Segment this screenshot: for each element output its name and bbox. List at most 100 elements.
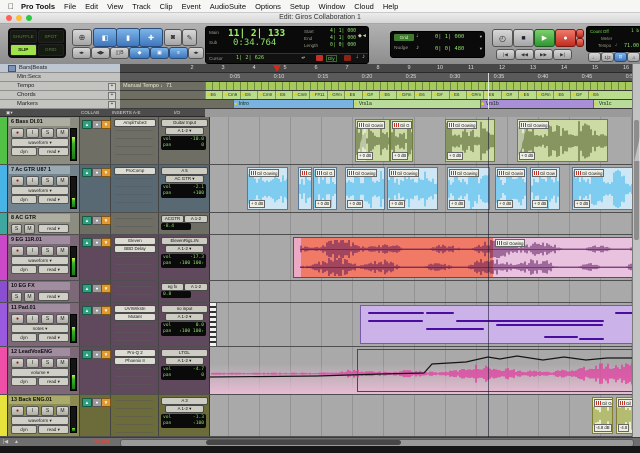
menu-item-pro-tools[interactable]: Pro Tools: [21, 2, 55, 11]
input-path-selector[interactable]: Guitar Input: [161, 119, 208, 127]
chord-event[interactable]: ◆G#m: [396, 91, 411, 99]
record-mode-down-button[interactable]: [576, 38, 584, 47]
markers-ruler[interactable]: ◆ Intro ◆ Vrs1a ◆ Vrs1b ◆ Vrs1c: [120, 100, 640, 109]
track-lane[interactable]: Gil Gowing: [210, 235, 640, 280]
timeline-insertion-icon[interactable]: ◂•: [301, 55, 305, 61]
ruler-name-markers[interactable]: Markers +: [0, 100, 120, 109]
record-enable-button[interactable]: ●: [11, 314, 24, 324]
output-path-selector[interactable]: AC GTR ▾: [165, 175, 204, 183]
chord-event[interactable]: ◆E6: [379, 91, 390, 99]
insert-slot[interactable]: Phoenix II: [114, 357, 156, 365]
mute-button[interactable]: M: [56, 176, 69, 186]
chord-event[interactable]: ◆Cm9: [257, 91, 272, 99]
clip-gain-badge[interactable]: + 0 dB: [449, 200, 466, 208]
audio-clip[interactable]: Gil Gowing + 0 dB: [517, 119, 608, 162]
insert-slot[interactable]: UVIWrkstn: [114, 305, 156, 313]
record-enable-button[interactable]: ●: [11, 128, 24, 138]
track-color-tab[interactable]: [0, 213, 8, 234]
track-view-selector[interactable]: notes ▾: [11, 324, 69, 333]
track-name[interactable]: 7 Ac GTR U87 1: [9, 166, 70, 174]
input-monitor-button[interactable]: I: [26, 246, 39, 256]
track-name[interactable]: 9 EG 11R.01: [9, 236, 70, 244]
scroll-left-icon[interactable]: |◀: [3, 439, 8, 445]
automation-mode-selector[interactable]: read ▾: [38, 265, 69, 274]
pan-row[interactable]: pan ‹100 100›: [163, 329, 204, 335]
audio-clip[interactable]: Gil Gowing + 0 dB: [572, 167, 635, 210]
track-name[interactable]: 6 Bass DI.01: [9, 118, 70, 126]
stop-button[interactable]: ■: [513, 29, 534, 47]
pan-row[interactable]: pan 0: [163, 373, 204, 379]
solo-button[interactable]: S: [41, 314, 54, 324]
clip-gain-badge[interactable]: + 0 dB: [392, 152, 409, 160]
nudge-dropdown-icon[interactable]: ▾: [480, 46, 482, 52]
insert-slot-empty[interactable]: [115, 202, 153, 205]
menu-item-help[interactable]: Help: [383, 2, 398, 11]
collab-upload-icon[interactable]: ▲: [82, 120, 92, 129]
insert-slot-empty[interactable]: [115, 272, 153, 275]
track-name[interactable]: 10 EG FX: [9, 282, 70, 290]
audio-clip[interactable]: Gil Gow + 0 dB: [530, 167, 560, 210]
collab-download-icon[interactable]: ▼: [101, 216, 111, 225]
automation-param-selector[interactable]: dyn: [11, 147, 37, 156]
clip-gain-badge[interactable]: + 0 dB: [389, 200, 406, 208]
menu-item-track[interactable]: Track: [132, 2, 150, 11]
chord-event[interactable]: ◆E6: [205, 91, 216, 99]
insert-slot-empty[interactable]: [115, 138, 153, 141]
track-color-tab[interactable]: [0, 347, 8, 394]
insert-slot-empty[interactable]: [115, 194, 153, 197]
insert-slot-empty[interactable]: [115, 178, 153, 181]
collab-download-icon[interactable]: ▼: [101, 350, 111, 359]
record-button[interactable]: ●: [555, 29, 576, 47]
insertion-follows-button[interactable]: ◂▸: [188, 47, 204, 59]
track-view-selector[interactable]: waveform ▾: [11, 186, 69, 195]
fast-forward-button[interactable]: ▶▶: [534, 49, 553, 60]
link-track-edit-button[interactable]: ≡: [169, 47, 188, 59]
insert-slot[interactable]: BBD Delay: [114, 245, 156, 253]
insert-slot-empty[interactable]: [115, 340, 153, 343]
menu-item-clip[interactable]: Clip: [160, 2, 173, 11]
input-monitor-button[interactable]: I: [26, 406, 39, 416]
automation-param-selector[interactable]: dyn: [11, 265, 37, 274]
clip-gain-badge[interactable]: + 0 dB: [447, 152, 464, 160]
mute-button[interactable]: M: [56, 406, 69, 416]
mute-button[interactable]: M: [56, 128, 69, 138]
output-path-selector[interactable]: A 1-2 ▾: [165, 127, 204, 135]
track-color-tab[interactable]: [0, 165, 8, 212]
insert-slot-empty[interactable]: [115, 146, 153, 149]
grid-dropdown-icon[interactable]: ▾: [480, 34, 482, 40]
output-path-selector[interactable]: A 1-2 ▾: [165, 313, 204, 321]
input-path-selector[interactable]: A 5: [161, 167, 208, 175]
automation-param-selector[interactable]: dyn: [11, 377, 37, 386]
output-path-selector[interactable]: A 1-2: [184, 215, 208, 223]
selector-tool-button[interactable]: ▮: [116, 28, 140, 47]
solo-button[interactable]: S: [41, 358, 54, 368]
collab-download-icon[interactable]: ▼: [101, 120, 111, 129]
insert-slot-empty[interactable]: [115, 324, 153, 327]
collab-download-icon[interactable]: ▼: [101, 168, 111, 177]
clip-gain-badge[interactable]: -4.8: [618, 424, 630, 432]
track-view-selector[interactable]: waveform ▾: [11, 138, 69, 147]
clip-gain-badge[interactable]: + 0 dB: [249, 200, 266, 208]
insert-slot[interactable]: AmpliTube3: [114, 119, 156, 127]
menu-item-edit[interactable]: Edit: [85, 2, 98, 11]
audio-clip[interactable]: Gil Gowin + 0 dB: [495, 167, 527, 210]
chord-event[interactable]: ◆Cm9: [292, 91, 307, 99]
clip-gain-badge[interactable]: + 0 dB: [574, 200, 591, 208]
track-list-options-icon[interactable]: ▣▾: [6, 110, 13, 116]
chord-event[interactable]: ◆E6: [274, 91, 285, 99]
automation-mode-selector[interactable]: read ▾: [38, 377, 69, 386]
insert-slot[interactable]: Pro-Q 2: [114, 349, 156, 357]
insert-slot[interactable]: Mutant: [114, 313, 156, 321]
count-off-value[interactable]: 1 b: [631, 29, 639, 34]
delay-compensation-badge[interactable]: Dly: [326, 55, 337, 62]
m-button[interactable]: M: [24, 292, 35, 302]
track-height-icon[interactable]: ▲: [14, 439, 19, 445]
go-to-end-button[interactable]: ▶|: [553, 49, 572, 60]
collab-download-icon[interactable]: ▼: [101, 284, 111, 293]
metronome-button[interactable]: ♩: [588, 52, 601, 62]
chord-event[interactable]: ◆G#: [361, 91, 373, 99]
midi-note[interactable]: [544, 336, 578, 338]
track-punch-icon[interactable]: [316, 55, 323, 61]
length-value[interactable]: 0| 0| 000: [330, 43, 356, 48]
clip-gain-badge[interactable]: + 0 dB: [315, 200, 332, 208]
